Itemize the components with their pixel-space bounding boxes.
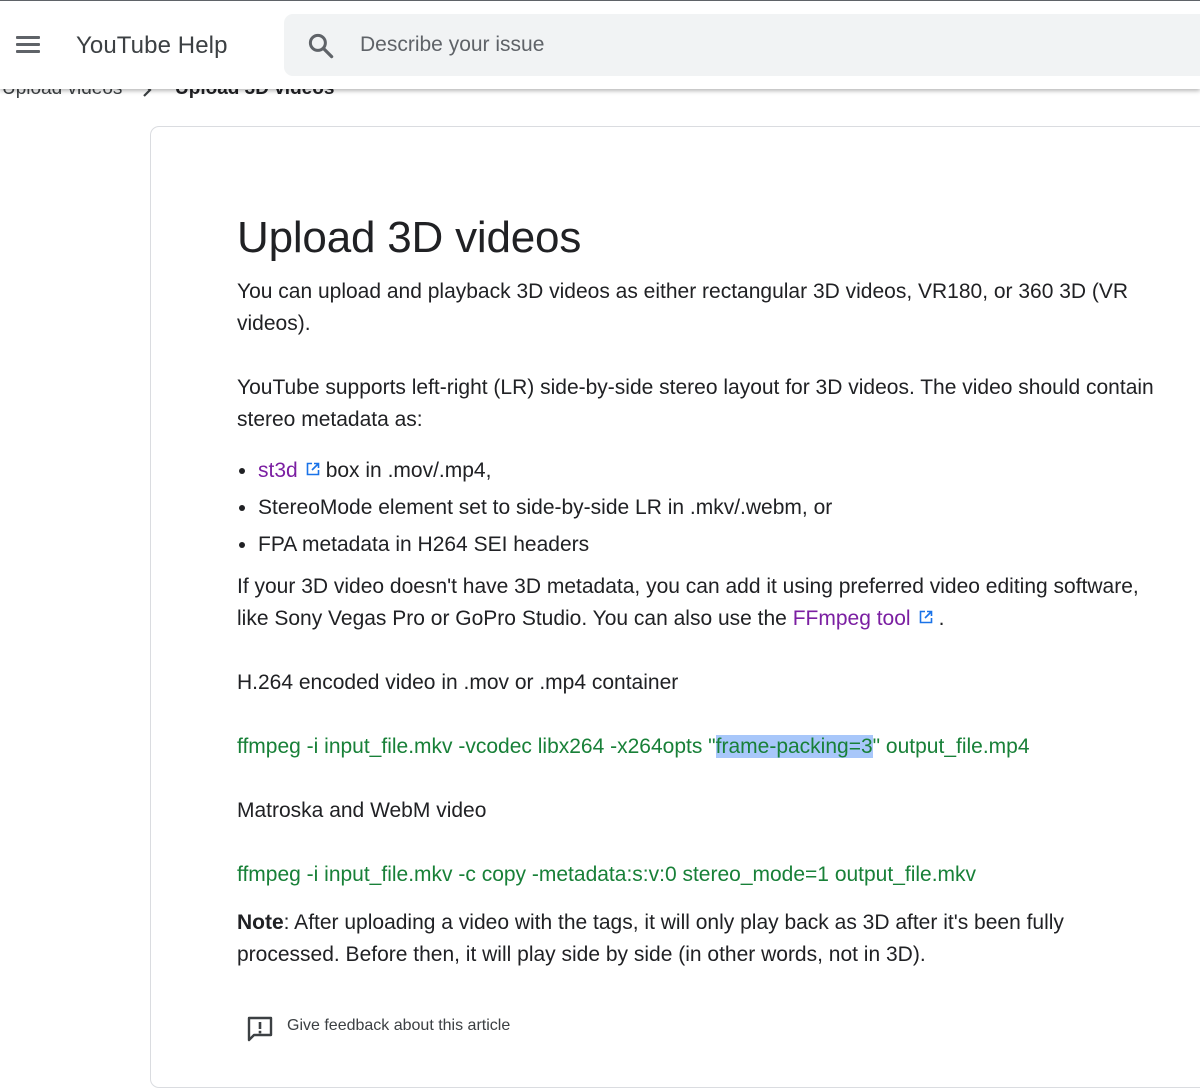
- top-app-bar: YouTube Help: [0, 0, 1200, 89]
- list-item: FPA metadata in H264 SEI headers: [258, 526, 1162, 563]
- hamburger-menu-icon[interactable]: [8, 25, 48, 65]
- add-metadata-end: .: [938, 607, 945, 630]
- st3d-link[interactable]: st3d: [258, 459, 298, 482]
- mkv-command: ffmpeg -i input_file.mkv -c copy -metada…: [237, 863, 977, 886]
- metadata-list: st3d box in .mov/.mp4, StereoMode element…: [237, 452, 1162, 563]
- article-title: Upload 3D videos: [237, 213, 582, 262]
- h264-heading: H.264 encoded video in .mov or .mp4 cont…: [237, 671, 679, 694]
- list-item: StereoMode element set to side-by-side L…: [258, 489, 1162, 526]
- search-input[interactable]: [360, 14, 1180, 76]
- search-icon[interactable]: [306, 31, 336, 61]
- h264-command-start: ffmpeg -i input_file.mkv -vcodec libx264…: [237, 735, 716, 758]
- h264-command: ffmpeg -i input_file.mkv -vcodec libx264…: [237, 731, 1162, 763]
- feedback-icon: [247, 1016, 273, 1042]
- selected-text: frame-packing=3: [715, 735, 873, 758]
- external-link-icon: [306, 462, 320, 476]
- h264-command-end: " output_file.mp4: [872, 735, 1030, 758]
- add-metadata-paragraph: If your 3D video doesn't have 3D metadat…: [237, 571, 1162, 635]
- add-metadata-text: If your 3D video doesn't have 3D metadat…: [237, 575, 1139, 630]
- note-paragraph: Note: After uploading a video with the t…: [237, 907, 1162, 971]
- app-title[interactable]: YouTube Help: [76, 31, 228, 61]
- list-item-text: StereoMode element set to side-by-side L…: [258, 496, 833, 519]
- note-label: Note: [237, 911, 284, 934]
- intro-paragraph: You can upload and playback 3D videos as…: [237, 280, 1129, 335]
- list-item-text: box in .mov/.mp4,: [325, 459, 492, 482]
- search-bar[interactable]: [284, 14, 1200, 76]
- list-item-text: FPA metadata in H264 SEI headers: [258, 533, 590, 556]
- ffmpeg-tool-link[interactable]: FFmpeg tool: [793, 607, 911, 630]
- article-content: Upload 3D videos You can upload and play…: [237, 210, 1162, 971]
- support-paragraph: YouTube supports left-right (LR) side-by…: [237, 376, 1154, 431]
- list-item: st3d box in .mov/.mp4,: [258, 452, 1162, 489]
- mkv-heading: Matroska and WebM video: [237, 799, 487, 822]
- external-link-icon: [919, 610, 932, 624]
- note-text: : After uploading a video with the tags,…: [237, 911, 1064, 966]
- feedback-label: Give feedback about this article: [287, 1017, 511, 1034]
